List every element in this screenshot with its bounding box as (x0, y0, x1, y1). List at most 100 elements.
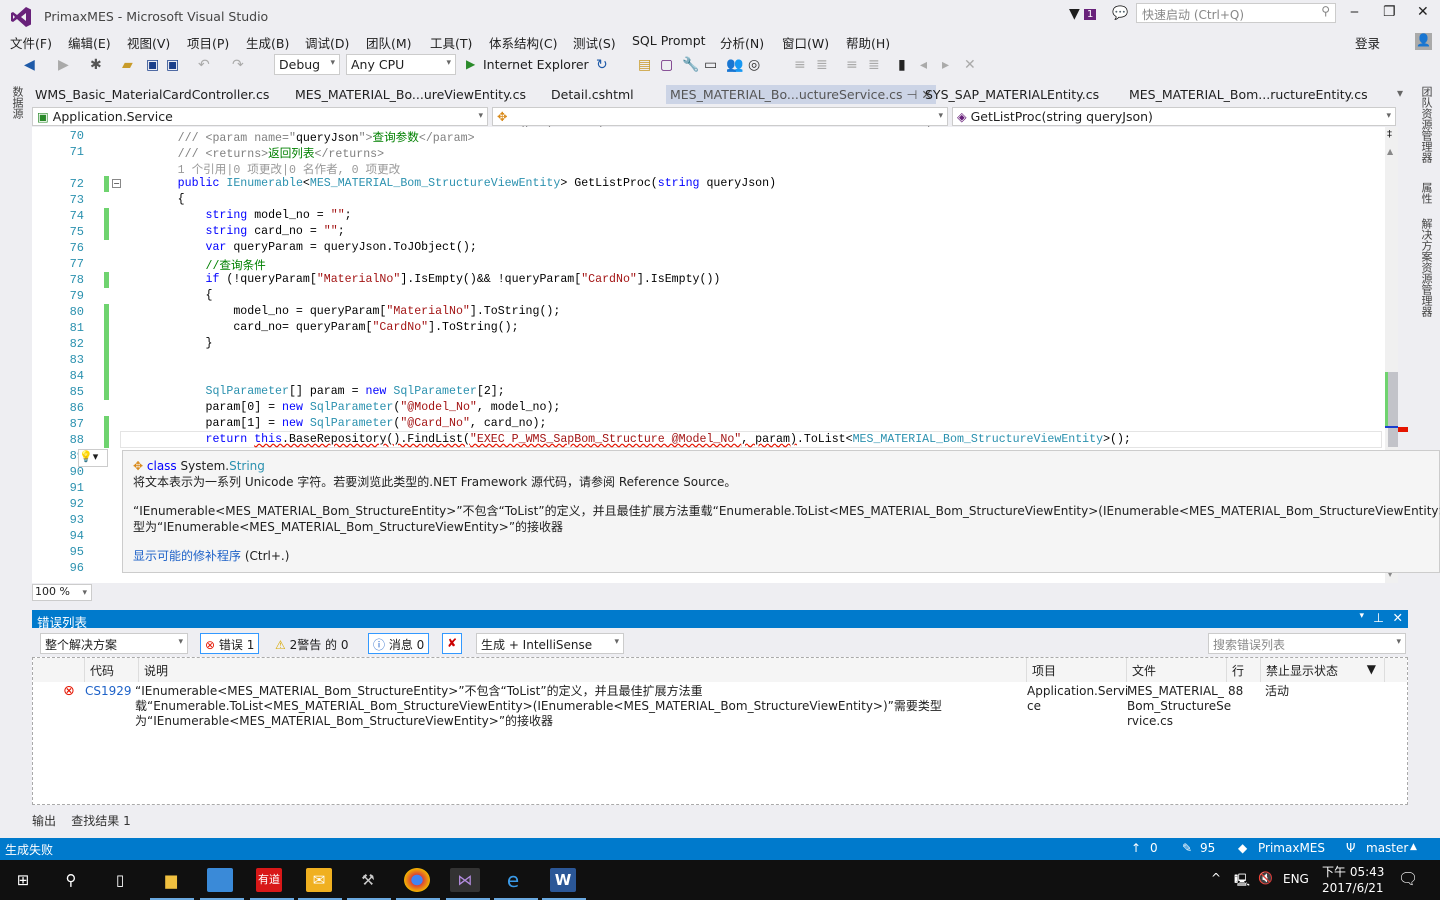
uncomment-icon[interactable]: ≣ (868, 57, 880, 73)
menu-item[interactable]: 工具(T) (430, 33, 472, 52)
pin-icon[interactable]: ⊥ (1373, 610, 1384, 625)
open-file-icon[interactable]: ▰ (122, 57, 133, 73)
clear-filter-button[interactable]: ✘ (442, 633, 463, 654)
errors-filter-button[interactable]: ⊗ 错误 1 (200, 633, 260, 654)
task-view-icon[interactable]: ▯ (107, 868, 133, 892)
column-line[interactable]: 行 (1227, 658, 1261, 682)
zoom-dropdown[interactable]: 100 % (32, 584, 92, 601)
file-explorer-icon[interactable]: ▆ (158, 868, 184, 892)
tab-output[interactable]: 输出 (32, 814, 56, 828)
side-tab[interactable]: 解决方案资源管理器 (1418, 218, 1434, 317)
redo-icon[interactable]: ↷ (232, 57, 244, 73)
chrome-icon[interactable] (404, 868, 430, 892)
tab-document[interactable]: Detail.cshtml (551, 87, 634, 102)
menu-item[interactable]: 生成(B) (246, 33, 289, 52)
vs-window-icon[interactable]: ▢ (660, 57, 673, 73)
clock-time[interactable]: 下午 05:43 (1322, 863, 1384, 880)
team-icon[interactable]: 👥 (726, 57, 743, 73)
column-project[interactable]: 项目 (1027, 658, 1127, 682)
wrench-icon[interactable]: 🔧 (682, 57, 699, 73)
outdent-icon[interactable]: ≣ (816, 57, 828, 73)
windows-start-icon[interactable]: ⊞ (10, 868, 36, 892)
column-icon[interactable] (33, 658, 85, 682)
word-icon[interactable]: W (550, 868, 576, 892)
menu-item[interactable]: 视图(V) (127, 33, 170, 52)
error-code-link[interactable]: CS1929 (85, 684, 132, 699)
scope-dropdown[interactable]: 整个解决方案 (40, 633, 188, 654)
scroll-thumb[interactable] (1388, 372, 1398, 447)
toolbox-icon[interactable]: ▭ (704, 57, 717, 73)
lightbulb-icon[interactable]: 💡▾ (78, 449, 108, 467)
menu-item[interactable]: 分析(N) (720, 33, 764, 52)
notifications-icon[interactable]: 🗨 (1398, 869, 1418, 888)
tab-document[interactable]: MES_MATERIAL_Bo...ureViewEntity.cs (295, 87, 526, 102)
save-all-icon[interactable]: ▣ (166, 57, 179, 73)
show-fixes-link[interactable]: 显示可能的修补程序 (133, 549, 241, 563)
clear-bookmarks-icon[interactable]: ✕ (964, 57, 976, 73)
column-code[interactable]: 代码 (85, 658, 139, 682)
input-language[interactable]: ENG (1283, 872, 1309, 886)
tray-expand-icon[interactable]: ^ (1211, 871, 1221, 885)
close-panel-icon[interactable]: ✕ (1393, 610, 1403, 625)
tab-document[interactable]: MES_MATERIAL_Bom...ructureEntity.cs (1129, 87, 1368, 102)
side-tab[interactable]: 属性 (1418, 182, 1434, 204)
undo-icon[interactable]: ↶ (198, 57, 210, 73)
menu-item[interactable]: 调试(D) (305, 33, 349, 52)
member-dropdown[interactable]: ◈ GetListProc(string queryJson) (952, 107, 1396, 126)
source-dropdown[interactable]: 生成 + IntelliSense (476, 633, 624, 654)
feedback-icon[interactable]: 💬 (1112, 6, 1128, 21)
minimize-button[interactable]: ‒ (1350, 4, 1359, 20)
prev-bookmark-icon[interactable]: ◂ (920, 57, 927, 73)
tab-overflow-icon[interactable]: ▾ (1397, 86, 1403, 100)
side-tab-data-sources[interactable]: 数据源 (9, 86, 25, 119)
youdao-icon[interactable]: 有道 (256, 868, 282, 892)
close-button[interactable]: ✕ (1417, 4, 1429, 20)
pencil-icon[interactable]: ✎ (1182, 841, 1192, 855)
start-icon[interactable]: ▶ (466, 57, 475, 71)
push-icon[interactable]: ↑ (1131, 841, 1141, 855)
menu-item[interactable]: 窗口(W) (782, 33, 829, 52)
menu-item[interactable]: 测试(S) (573, 33, 616, 52)
tab-find-results[interactable]: 查找结果 1 (71, 814, 130, 828)
run-target-button[interactable]: Internet Explorer (483, 57, 589, 72)
scroll-up-icon[interactable]: ▲ (1387, 147, 1393, 156)
menu-item[interactable]: SQL Prompt (632, 33, 706, 48)
search-error-list-input[interactable]: 搜索错误列表 (1208, 633, 1406, 654)
project-dropdown[interactable]: ▣ Application.Service (32, 107, 488, 126)
tab-document[interactable]: WMS_Basic_MaterialCardController.cs (35, 87, 269, 102)
bookmark-icon[interactable]: ▮ (898, 57, 906, 73)
tools-app-icon[interactable]: ⚒ (355, 868, 381, 892)
notes-app-icon[interactable] (207, 868, 233, 892)
class-dropdown[interactable]: ✥ Application.Service.BaseManage.MES_MAT… (492, 107, 948, 139)
pin-icon[interactable]: ⊣ (903, 87, 922, 102)
tab-document[interactable]: MES_MATERIAL_Bo...uctureService.cs ⊣ ✕ (666, 85, 936, 104)
column-suppression[interactable]: 禁止显示状态 ▼ (1261, 658, 1385, 682)
search-icon[interactable]: ⚲ (58, 868, 84, 892)
sign-in-link[interactable]: 登录 (1355, 33, 1380, 52)
network-icon[interactable]: 🖳 (1234, 871, 1250, 892)
warnings-filter-button[interactable]: ⚠ 2警告 的 0 (270, 633, 354, 654)
messages-filter-button[interactable]: ⓘ 消息 0 (368, 633, 430, 654)
menu-item[interactable]: 体系结构(C) (489, 33, 557, 52)
restore-button[interactable]: ❐ (1383, 4, 1396, 20)
collapse-icon[interactable]: − (112, 179, 121, 188)
menu-item[interactable]: 团队(M) (366, 33, 412, 52)
branch-icon[interactable]: Ψ (1346, 841, 1355, 855)
menu-item[interactable]: 帮助(H) (846, 33, 890, 52)
indent-icon[interactable]: ≡ (794, 57, 806, 73)
performance-icon[interactable]: ◎ (748, 57, 760, 73)
visual-studio-taskbar-icon[interactable]: ⋈ (450, 868, 480, 892)
branch-menu-icon[interactable]: ▲ (1410, 842, 1417, 852)
side-tab[interactable]: 团队资源管理器 (1418, 86, 1434, 163)
menu-item[interactable]: 文件(F) (10, 33, 52, 52)
tab-document[interactable]: SYS_SAP_MATERIALEntity.cs (925, 87, 1099, 102)
repo-name[interactable]: PrimaxMES (1258, 841, 1325, 855)
split-icon[interactable]: ‡ (1387, 129, 1392, 140)
menu-item[interactable]: 项目(P) (187, 33, 229, 52)
back-icon[interactable]: ◀ (24, 57, 35, 73)
column-file[interactable]: 文件 (1127, 658, 1227, 682)
save-icon[interactable]: ▣ (146, 57, 159, 73)
avatar[interactable]: 👤 (1415, 33, 1432, 50)
new-project-icon[interactable]: ✱ (90, 57, 102, 73)
filter-icon[interactable]: ▼ (1367, 662, 1376, 676)
